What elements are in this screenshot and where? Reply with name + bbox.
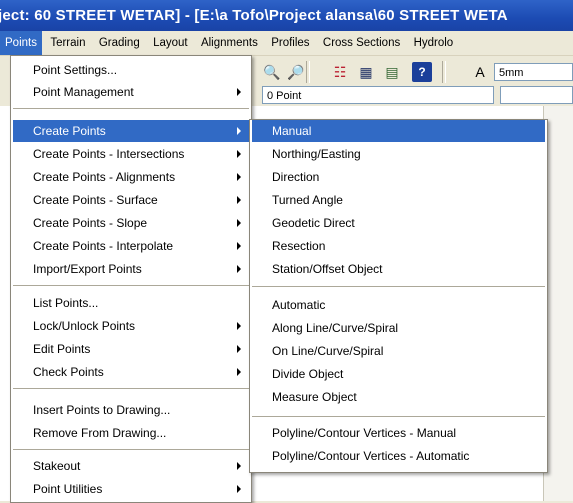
menu-item-check-points[interactable]: Check Points [13,361,249,383]
submenu-arrow-icon [237,219,241,227]
menu-item-create-points-slope[interactable]: Create Points - Slope [13,212,249,234]
menu-item-point-settings[interactable]: Point Settings... [13,59,249,81]
submenu-item-resection[interactable]: Resection [252,235,545,257]
menu-separator [252,416,545,417]
menu-grading[interactable]: Grading [94,31,145,55]
submenu-arrow-icon [237,322,241,330]
submenu-item-divide-object[interactable]: Divide Object [252,363,545,385]
submenu-item-on-line-curve-spiral[interactable]: On Line/Curve/Spiral [252,340,545,362]
menu-terrain[interactable]: Terrain [45,31,90,55]
submenu-arrow-icon [237,368,241,376]
submenu-arrow-icon [237,265,241,273]
menu-item-create-points-surface[interactable]: Create Points - Surface [13,189,249,211]
menu-item-lock-unlock-points[interactable]: Lock/Unlock Points [13,315,249,337]
menu-alignments[interactable]: Alignments [196,31,263,55]
submenu-arrow-icon [237,150,241,158]
menu-item-import-export-points[interactable]: Import/Export Points [13,258,249,280]
layer-combo[interactable]: 0 Point [262,86,494,104]
submenu-item-direction[interactable]: Direction [252,166,545,188]
menu-item-point-utilities[interactable]: Point Utilities [13,478,249,500]
menu-profiles[interactable]: Profiles [266,31,314,55]
submenu-arrow-icon [237,485,241,493]
window-title: ject: 60 STREET WETAR] - [E:\a Tofo\Proj… [0,7,508,24]
submenu-item-turned-angle[interactable]: Turned Angle [252,189,545,211]
points-menu: Point Settings... Point Management Creat… [10,55,252,503]
zoom-icon[interactable]: 🔍 [262,62,282,82]
zoom-previous-icon[interactable]: 🔎 [286,62,306,82]
menu-points[interactable]: Points [0,31,42,55]
window-title-bar: ject: 60 STREET WETAR] - [E:\a Tofo\Proj… [0,0,573,31]
toolbar-separator [442,61,446,83]
submenu-item-along-line-curve-spiral[interactable]: Along Line/Curve/Spiral [252,317,545,339]
submenu-item-measure-object[interactable]: Measure Object [252,386,545,408]
menu-item-remove-from-drawing[interactable]: Remove From Drawing... [13,422,249,444]
text-style-icon[interactable]: A [470,62,490,82]
submenu-item-automatic[interactable]: Automatic [252,294,545,316]
text-size-combo[interactable]: 5mm [494,63,573,81]
menu-item-create-points-interpolate[interactable]: Create Points - Interpolate [13,235,249,257]
layer-combo-secondary[interactable] [500,86,573,104]
menu-separator [13,285,249,286]
menu-separator [13,388,249,389]
menu-separator [252,286,545,287]
menu-item-insert-points-to-drawing[interactable]: Insert Points to Drawing... [13,399,249,421]
menu-bar: Points Terrain Grading Layout Alignments… [0,31,573,56]
menu-hydrology[interactable]: Hydrolo [409,31,459,55]
menu-layout[interactable]: Layout [148,31,193,55]
menu-item-create-points-alignments[interactable]: Create Points - Alignments [13,166,249,188]
submenu-arrow-icon [237,462,241,470]
toolbar-separator [306,61,310,83]
submenu-item-polyline-contour-vertices-automatic[interactable]: Polyline/Contour Vertices - Automatic [252,445,545,467]
submenu-arrow-icon [237,345,241,353]
submenu-arrow-icon [237,127,241,135]
menu-cross-sections[interactable]: Cross Sections [318,31,405,55]
create-points-submenu: Manual Northing/Easting Direction Turned… [249,119,548,473]
menu-item-point-management[interactable]: Point Management [13,81,249,103]
menu-item-list-points[interactable]: List Points... [13,292,249,314]
submenu-item-northing-easting[interactable]: Northing/Easting [252,143,545,165]
help-icon[interactable]: ? [412,62,432,82]
tool-palette-icon[interactable]: ▤ [382,62,402,82]
submenu-item-geodetic-direct[interactable]: Geodetic Direct [252,212,545,234]
menu-item-stakeout[interactable]: Stakeout [13,455,249,477]
menu-item-edit-points[interactable]: Edit Points [13,338,249,360]
menu-separator [13,108,249,109]
submenu-arrow-icon [237,88,241,96]
submenu-item-station-offset-object[interactable]: Station/Offset Object [252,258,545,280]
properties-icon[interactable]: ☷ [330,62,350,82]
submenu-arrow-icon [237,242,241,250]
menu-separator [13,449,249,450]
menu-item-create-points[interactable]: Create Points [13,120,249,142]
submenu-item-manual[interactable]: Manual [252,120,545,142]
submenu-item-polyline-contour-vertices-manual[interactable]: Polyline/Contour Vertices - Manual [252,422,545,444]
menu-item-create-points-intersections[interactable]: Create Points - Intersections [13,143,249,165]
design-center-icon[interactable]: ▦ [356,62,376,82]
submenu-arrow-icon [237,196,241,204]
submenu-arrow-icon [237,173,241,181]
